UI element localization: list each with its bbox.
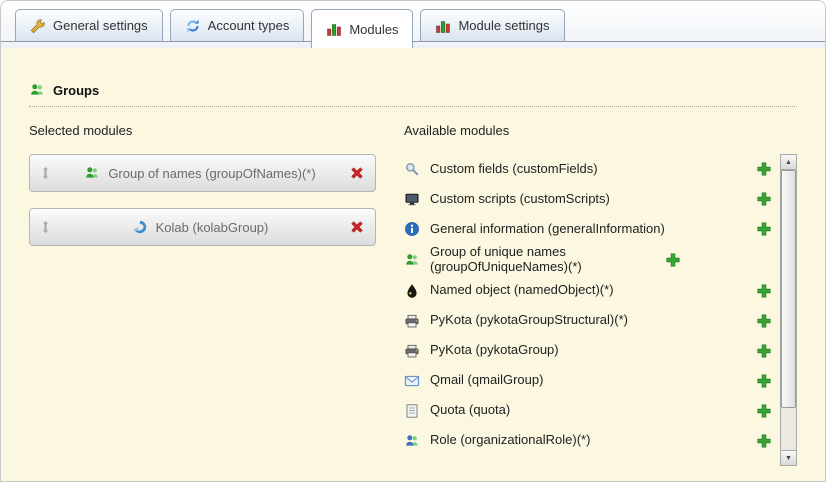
tab-bar: General settings Account types Modules M…: [1, 1, 825, 48]
add-module-button[interactable]: [756, 343, 772, 359]
add-module-button[interactable]: [756, 373, 772, 389]
plus-icon: [756, 373, 772, 389]
tab-label: General settings: [53, 18, 148, 33]
add-module-button[interactable]: [756, 403, 772, 419]
add-module-button[interactable]: [756, 161, 772, 177]
plus-icon: [665, 252, 681, 268]
add-module-button[interactable]: [756, 221, 772, 237]
magnifier-icon: [404, 161, 420, 177]
group-icon: [29, 82, 45, 98]
drag-handle[interactable]: [40, 220, 51, 234]
group-icon: [84, 165, 100, 181]
kolab-icon: [132, 219, 148, 235]
module-label: General information (generalInformation): [430, 222, 746, 237]
wrench-icon: [30, 18, 46, 34]
available-modules-column: Available modules Custom fields (customF…: [404, 123, 797, 466]
module-label: Custom fields (customFields): [430, 162, 746, 177]
available-module-row: Group of unique names (groupOfUniqueName…: [404, 244, 780, 276]
info-icon: [404, 221, 420, 237]
tab-account-types[interactable]: Account types: [170, 9, 305, 41]
tab-general-settings[interactable]: General settings: [15, 9, 163, 41]
add-module-button[interactable]: [756, 313, 772, 329]
selected-modules-column: Selected modules Group of names (groupOf…: [29, 123, 404, 466]
module-label: PyKota (pykotaGroupStructural)(*): [430, 313, 746, 328]
remove-module-button[interactable]: [349, 219, 365, 235]
module-label: Role (organizationalRole)(*): [430, 433, 746, 448]
available-module-row: Custom scripts (customScripts): [404, 184, 780, 214]
add-module-button[interactable]: [756, 191, 772, 207]
up-arrow-icon: ▲: [785, 159, 792, 166]
selected-module-label: Group of names (groupOfNames)(*): [108, 166, 315, 181]
scroll-thumb[interactable]: [781, 170, 796, 408]
drop-icon: [404, 283, 420, 299]
tab-label: Modules: [349, 22, 398, 37]
printer-icon: [404, 313, 420, 329]
printer-icon: [404, 343, 420, 359]
down-arrow-icon: ▼: [785, 455, 792, 462]
document-icon: [404, 403, 420, 419]
add-module-button[interactable]: [665, 252, 681, 268]
available-module-row: Named object (namedObject)(*): [404, 276, 780, 306]
tab-modules[interactable]: Modules: [311, 9, 413, 48]
tabs: General settings Account types Modules M…: [15, 9, 565, 48]
scroll-down-button[interactable]: ▼: [781, 450, 796, 465]
tab-module-settings[interactable]: Module settings: [420, 9, 564, 41]
lam-config-window: General settings Account types Modules M…: [0, 0, 826, 482]
module-label: Quota (quota): [430, 403, 746, 418]
selected-module-label: Kolab (kolabGroup): [156, 220, 269, 235]
tab-label: Account types: [208, 18, 290, 33]
available-module-row: Role (organizationalRole)(*): [404, 426, 780, 456]
section-header-groups: Groups: [29, 82, 797, 107]
selected-module-body: Kolab (kolabGroup): [51, 219, 349, 235]
scroll-up-button[interactable]: ▲: [781, 155, 796, 170]
add-module-button[interactable]: [756, 283, 772, 299]
sync-icon: [185, 18, 201, 34]
drag-handle-icon: [40, 166, 51, 180]
add-module-button[interactable]: [756, 433, 772, 449]
modules-content: Groups Selected modules Group of names (…: [1, 48, 825, 482]
tab-label: Module settings: [458, 18, 549, 33]
available-modules-panel: Custom fields (customFields) Custom scri…: [404, 154, 797, 466]
module-label: Named object (namedObject)(*): [430, 283, 746, 298]
section-title: Groups: [53, 83, 99, 98]
plus-icon: [756, 283, 772, 299]
scroll-track[interactable]: [781, 170, 796, 450]
module-label: Custom scripts (customScripts): [430, 192, 746, 207]
scrollbar: ▲ ▼: [780, 154, 797, 466]
role-icon: [404, 433, 420, 449]
plus-icon: [756, 221, 772, 237]
plus-icon: [756, 343, 772, 359]
selected-module-body: Group of names (groupOfNames)(*): [51, 165, 349, 181]
selected-module-kolab[interactable]: Kolab (kolabGroup): [29, 208, 376, 246]
selected-module-groupofnames[interactable]: Group of names (groupOfNames)(*): [29, 154, 376, 192]
plus-icon: [756, 313, 772, 329]
remove-module-button[interactable]: [349, 165, 365, 181]
drag-handle-icon: [40, 220, 51, 234]
delete-x-icon: [349, 165, 365, 181]
drag-handle[interactable]: [40, 166, 51, 180]
available-module-row: PyKota (pykotaGroupStructural)(*): [404, 306, 780, 336]
modules-chart-icon: [326, 21, 342, 37]
plus-icon: [756, 161, 772, 177]
available-modules-list: Custom fields (customFields) Custom scri…: [404, 154, 780, 456]
mail-icon: [404, 373, 420, 389]
plus-icon: [756, 403, 772, 419]
available-modules-heading: Available modules: [404, 123, 797, 138]
delete-x-icon: [349, 219, 365, 235]
group-icon: [404, 252, 420, 268]
screen-icon: [404, 191, 420, 207]
module-label: Qmail (qmailGroup): [430, 373, 746, 388]
plus-icon: [756, 191, 772, 207]
module-columns: Selected modules Group of names (groupOf…: [29, 123, 797, 466]
available-module-row: Qmail (qmailGroup): [404, 366, 780, 396]
available-module-row: Custom fields (customFields): [404, 154, 780, 184]
selected-modules-heading: Selected modules: [29, 123, 404, 138]
available-module-row: General information (generalInformation): [404, 214, 780, 244]
plus-icon: [756, 433, 772, 449]
module-label: PyKota (pykotaGroup): [430, 343, 746, 358]
module-label: Group of unique names (groupOfUniqueName…: [430, 245, 655, 275]
available-module-row: PyKota (pykotaGroup): [404, 336, 780, 366]
available-module-row: Quota (quota): [404, 396, 780, 426]
modules-chart-icon: [435, 18, 451, 34]
